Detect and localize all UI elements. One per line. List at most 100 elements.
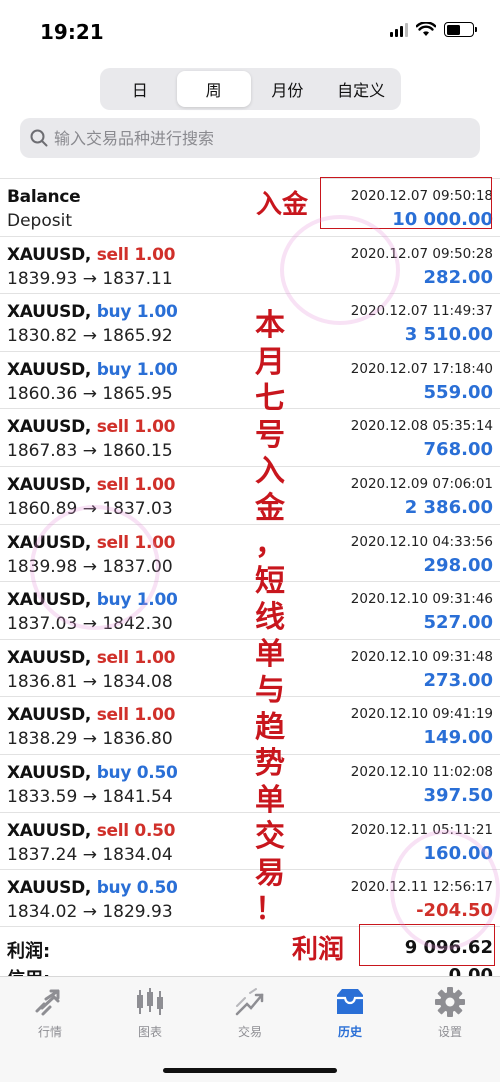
- trade-profit: 160.00: [423, 842, 493, 864]
- trade-row[interactable]: XAUUSD, buy 0.50 1834.02 → 1829.93 2020.12…: [0, 869, 500, 927]
- trade-volume: 1.00: [136, 590, 178, 611]
- gear-icon: [433, 985, 467, 1019]
- trade-symbol-name: XAUUSD,: [7, 474, 92, 495]
- vertical-annotation-char: 入: [255, 454, 285, 489]
- trade-profit: 397.50: [423, 784, 493, 806]
- period-tab-custom[interactable]: 自定义: [324, 71, 398, 107]
- trade-prices: 1833.59 → 1841.54: [7, 786, 173, 807]
- trade-profit: 282.00: [423, 266, 493, 288]
- trade-profit: -204.50: [416, 900, 493, 922]
- period-tab-month[interactable]: 月份: [251, 71, 325, 107]
- tab-settings[interactable]: 设置: [400, 977, 500, 1082]
- tab-history[interactable]: 历史: [300, 977, 400, 1082]
- trade-symbol-name: XAUUSD,: [7, 302, 92, 323]
- trade-side-label: buy: [96, 762, 132, 783]
- trade-profit: 273.00: [423, 669, 493, 691]
- trade-volume: 1.00: [134, 705, 176, 726]
- trade-time: 2020.12.07 11:49:37: [350, 303, 493, 320]
- period-tab-week[interactable]: 周: [176, 71, 251, 107]
- trade-volume: 0.50: [136, 878, 178, 899]
- vertical-annotation-char: 金: [255, 490, 285, 526]
- trade-symbol: XAUUSD, buy 0.50: [7, 763, 178, 783]
- trade-symbol-name: XAUUSD,: [7, 244, 92, 265]
- trade-symbol-name: XAUUSD,: [7, 705, 92, 726]
- trade-symbol-name: XAUUSD,: [7, 590, 92, 611]
- trade-side-label: buy: [96, 878, 132, 899]
- trade-row[interactable]: XAUUSD, sell 1.00 1836.81 → 1834.08 2020.1…: [0, 638, 500, 697]
- search-icon: [30, 129, 48, 147]
- trade-side-label: sell: [96, 532, 129, 553]
- trade-volume: 1.00: [134, 417, 176, 438]
- trade-symbol-name: XAUUSD,: [7, 532, 92, 553]
- deposit-highlight-box: [320, 177, 492, 229]
- tab-quotes[interactable]: 行情: [0, 977, 100, 1082]
- trade-symbol: XAUUSD, sell 1.00: [7, 705, 175, 725]
- trade-side-label: sell: [96, 244, 129, 265]
- tab-bar: 行情 图表 交易 历史 设置: [0, 976, 500, 1082]
- deposit-symbol: Balance: [7, 187, 81, 207]
- vertical-annotation-char: 交: [255, 819, 285, 854]
- trade-time: 2020.12.07 17:18:40: [350, 360, 493, 377]
- trade-profit: 149.00: [423, 727, 493, 749]
- trade-row[interactable]: XAUUSD, sell 1.00 1839.98 → 1837.00 2020.1…: [0, 523, 500, 582]
- trade-side-label: sell: [96, 474, 129, 495]
- profit-highlight-box: [359, 924, 495, 966]
- tab-settings-label: 设置: [437, 1025, 462, 1039]
- trade-side: buy 1.00: [97, 360, 178, 380]
- trade-symbol: XAUUSD, sell 1.00: [7, 417, 175, 437]
- vertical-annotation-char: 趋: [255, 709, 285, 745]
- trade-volume: 1.00: [134, 532, 176, 553]
- trade-side-label: buy: [96, 359, 132, 380]
- trade-prices: 1839.98 → 1837.00: [7, 556, 173, 577]
- vertical-annotation-char: 号: [255, 417, 285, 453]
- trade-row[interactable]: XAUUSD, buy 0.50 1833.59 → 1841.54 2020.12…: [0, 753, 500, 812]
- vertical-annotation-char: 线: [255, 600, 285, 635]
- trade-row[interactable]: XAUUSD, sell 1.00 1860.89 → 1837.03 2020.1…: [0, 465, 500, 524]
- trade-time: 2020.12.10 09:31:48: [350, 648, 493, 665]
- vertical-annotation-char: 七: [255, 381, 285, 416]
- trade-row[interactable]: XAUUSD, buy 1.00 1830.82 → 1865.92 2020.12…: [0, 293, 500, 351]
- trade-row[interactable]: XAUUSD, sell 1.00 1867.83 → 1860.15 2020.1…: [0, 408, 500, 466]
- trade-profit: 3 510.00: [404, 324, 493, 346]
- trade-row[interactable]: XAUUSD, sell 1.00 1839.93 → 1837.11 2020.1…: [0, 235, 500, 294]
- cellular-signal-icon: [390, 22, 408, 37]
- credit-label: 信用:: [7, 965, 50, 976]
- trade-prices: 1836.81 → 1834.08: [7, 671, 173, 692]
- home-indicator: [163, 1068, 337, 1073]
- trade-time: 2020.12.07 09:50:28: [350, 245, 493, 262]
- trade-time: 2020.12.11 12:56:17: [350, 879, 493, 896]
- status-time: 19:21: [40, 20, 104, 44]
- trade-volume: 1.00: [136, 359, 178, 380]
- tab-chart[interactable]: 图表: [100, 977, 200, 1082]
- trade-time: 2020.12.08 05:35:14: [350, 418, 493, 435]
- trade-side: sell 1.00: [97, 647, 176, 668]
- trade-prices: 1834.02 → 1829.93: [7, 902, 173, 923]
- tab-chart-label: 图表: [137, 1025, 162, 1039]
- trade-symbol-name: XAUUSD,: [7, 762, 92, 783]
- vertical-annotation-char: ，: [255, 527, 285, 562]
- vertical-annotation-char: 单: [255, 636, 285, 672]
- trade-row[interactable]: XAUUSD, sell 0.50 1837.24 → 1834.04 2020.1…: [0, 811, 500, 870]
- trade-row[interactable]: XAUUSD, sell 1.00 1838.29 → 1836.80 2020.1…: [0, 696, 500, 754]
- search-bar[interactable]: [20, 118, 480, 158]
- vertical-annotation-char: ！: [255, 892, 285, 927]
- trade-volume: 0.50: [136, 762, 178, 783]
- search-input[interactable]: [54, 128, 454, 148]
- trade-prices: 1839.93 → 1837.11: [7, 268, 173, 289]
- trade-symbol: XAUUSD, buy 0.50: [7, 878, 178, 898]
- trade-side: buy 0.50: [97, 763, 178, 783]
- trade-row[interactable]: XAUUSD, buy 1.00 1860.36 → 1865.95 2020.12…: [0, 350, 500, 409]
- wifi-icon: [416, 22, 436, 36]
- trade-side: sell 0.50: [97, 821, 176, 841]
- vertical-annotation-char: 势: [255, 746, 285, 781]
- credit-value: 0.00: [448, 965, 493, 976]
- period-tab-day[interactable]: 日: [103, 71, 177, 107]
- trade-time: 2020.12.10 09:41:19: [350, 706, 493, 723]
- trade-side: buy 1.00: [97, 302, 178, 322]
- trade-side-label: sell: [96, 417, 129, 438]
- trade-symbol: XAUUSD, buy 1.00: [7, 360, 178, 380]
- trade-side: sell 1.00: [96, 244, 176, 265]
- trade-volume: 1.00: [134, 647, 176, 668]
- tab-trade[interactable]: 交易: [200, 977, 300, 1082]
- trade-row[interactable]: XAUUSD, buy 1.00 1837.03 → 1842.30 2020.12…: [0, 581, 500, 639]
